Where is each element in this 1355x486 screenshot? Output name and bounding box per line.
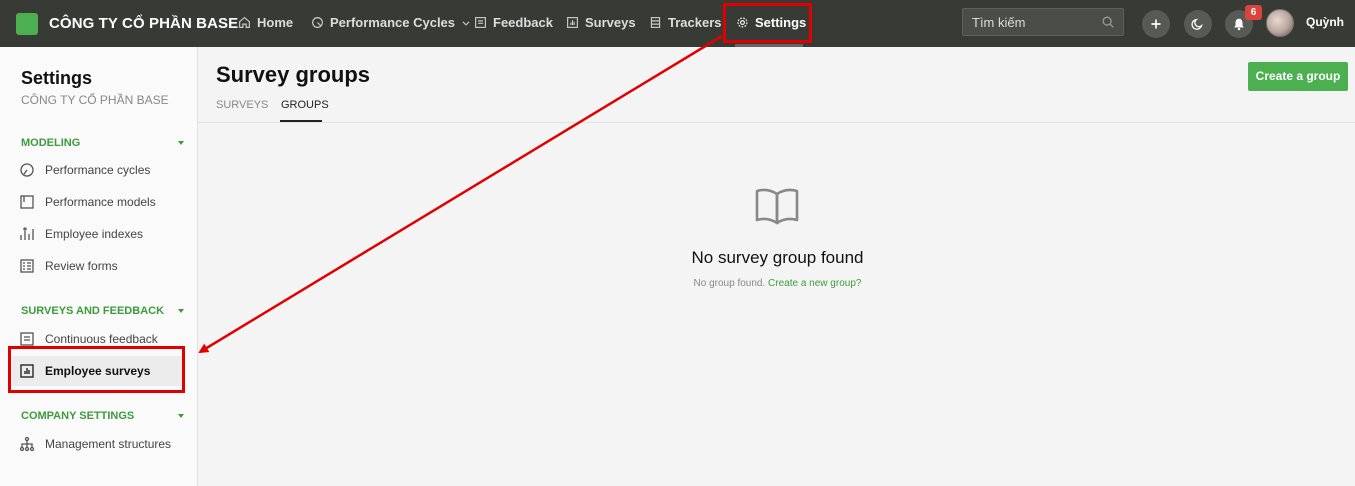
caret-down-icon[interactable] [178,414,184,418]
sidebar-item-performance-cycles[interactable]: Performance cycles [19,155,184,185]
create-new-group-link[interactable]: Create a new group? [768,278,861,289]
annotation-arrow [198,34,723,354]
section-modeling[interactable]: MODELING [21,137,80,149]
nav-home-label: Home [257,15,294,30]
sidebar-item-label: Management structures [45,437,172,451]
search-placeholder: Tìm kiếm [972,15,1026,30]
sidebar-item-label: Employee indexes [45,227,144,241]
nav-performance-cycles[interactable]: Performance Cycles [311,15,471,30]
sidebar-item-management-structures[interactable]: Management structures [19,429,184,459]
add-button[interactable] [1142,10,1170,38]
feedback-icon [20,332,34,346]
tab-surveys[interactable]: SURVEYS [216,99,268,111]
sidebar-item-performance-models[interactable]: Performance models [19,187,184,217]
nav-performance-cycles-label: Performance Cycles [330,15,456,30]
index-icon [20,227,34,240]
sidebar-title: Settings [21,68,93,88]
company-logo[interactable] [16,13,38,35]
chart-icon [567,17,578,28]
settings-highlight-box [723,3,812,43]
tab-groups[interactable]: GROUPS [281,99,329,111]
top-navigation-bar: CÔNG TY CỔ PHẦN BASE Home Performance Cy… [0,0,1355,47]
search-icon [1102,16,1114,28]
tracker-icon [650,17,661,28]
nav-trackers-label: Trackers [668,15,722,30]
org-chart-icon [19,436,35,452]
nav-home[interactable]: Home [238,15,293,30]
cycle-icon [312,17,323,28]
plus-icon [1151,19,1161,29]
empty-state-title: No survey group found [691,248,864,267]
empty-state-text: No group found. Create a new group? [0,278,1355,289]
bell-icon [1234,18,1244,31]
employee-surveys-highlight-box [8,346,185,393]
cycle-icon [20,163,34,177]
user-name[interactable]: Quỳnh [1306,15,1344,29]
moon-icon [1191,18,1203,30]
model-icon [20,195,34,209]
chevron-down-icon [462,20,470,26]
section-surveys-feedback[interactable]: SURVEYS AND FEEDBACK [21,305,164,317]
sidebar-item-label: Performance models [45,195,156,209]
avatar[interactable] [1266,9,1294,37]
notification-badge: 6 [1245,5,1262,20]
sidebar-subtitle: CÔNG TY CỔ PHẦN BASE [21,93,169,107]
nav-feedback-label: Feedback [493,15,553,30]
caret-down-icon[interactable] [178,141,184,145]
company-name[interactable]: CÔNG TY CỔ PHẦN BASE [49,15,238,32]
nav-surveys-label: Surveys [585,15,636,30]
dark-mode-button[interactable] [1184,10,1212,38]
nav-feedback[interactable]: Feedback [474,15,553,30]
sidebar-item-label: Performance cycles [45,163,151,177]
section-company-settings[interactable]: COMPANY SETTINGS [21,410,134,422]
nav-surveys[interactable]: Surveys [566,15,636,30]
search-input[interactable]: Tìm kiếm [962,8,1124,36]
sidebar-item-employee-indexes[interactable]: Employee indexes [19,219,184,249]
feedback-icon [475,17,486,28]
open-book-icon [755,188,799,225]
caret-down-icon[interactable] [178,309,184,313]
page-title: Survey groups [216,62,371,87]
divider [198,122,1355,123]
empty-state-message: No group found. [693,278,766,289]
sidebar-item-label: Continuous feedback [45,332,158,346]
nav-trackers[interactable]: Trackers [649,15,722,30]
home-icon [239,16,250,28]
create-group-button[interactable]: Create a group [1248,62,1348,91]
active-nav-indicator [735,44,803,47]
